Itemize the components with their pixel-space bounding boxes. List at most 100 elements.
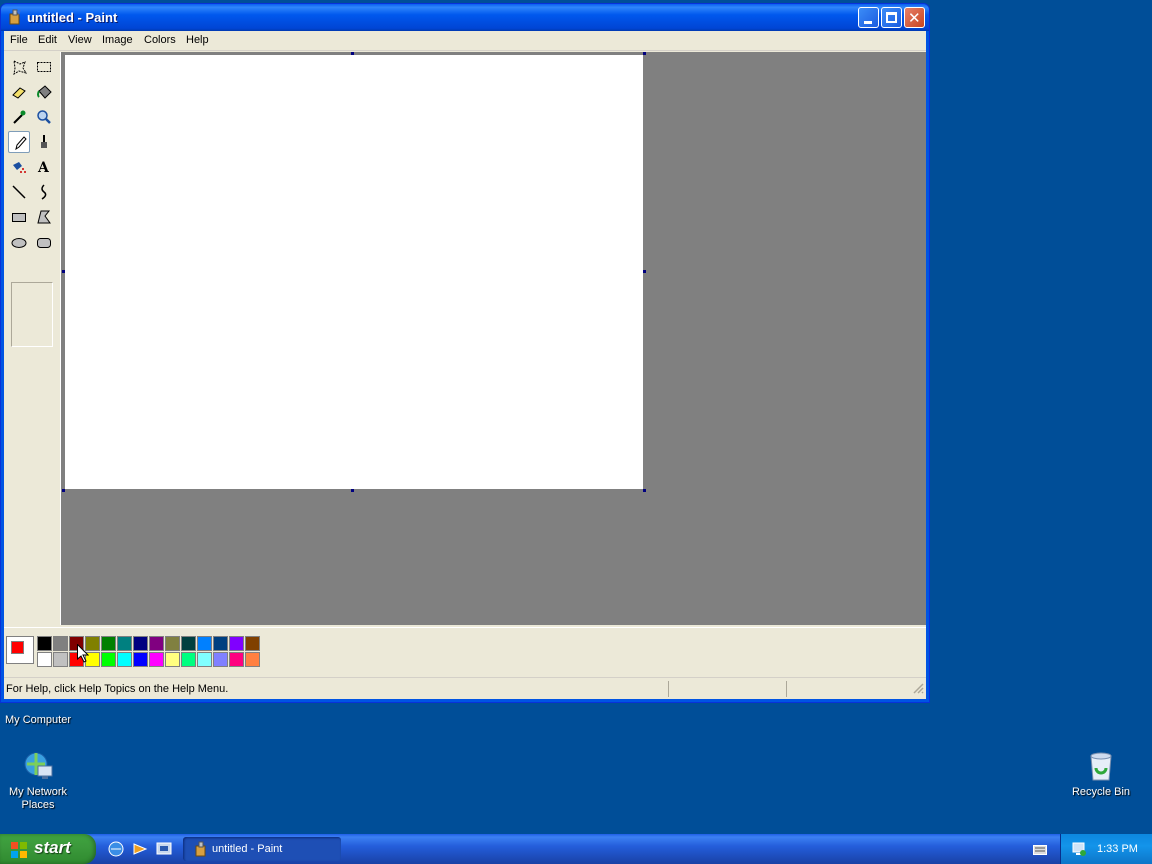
palette-swatch[interactable] — [165, 652, 180, 667]
foreground-color — [11, 641, 24, 654]
magnifier-icon — [37, 110, 51, 124]
tool-pencil[interactable] — [8, 131, 30, 153]
airbrush-icon — [13, 162, 26, 173]
palette-swatch[interactable] — [37, 636, 52, 651]
resize-handle-bottom[interactable] — [351, 489, 354, 492]
taskbar: start untitled - Paint 1:33 PM — [0, 834, 1152, 864]
palette-swatch[interactable] — [53, 652, 68, 667]
palette-swatch[interactable] — [229, 636, 244, 651]
tool-free-form-select[interactable] — [8, 56, 30, 78]
palette-swatch[interactable] — [133, 652, 148, 667]
quick-launch-media-icon[interactable] — [132, 841, 148, 857]
palette-swatch[interactable] — [149, 652, 164, 667]
start-button[interactable]: start — [0, 834, 96, 864]
palette-swatch[interactable] — [117, 636, 132, 651]
windows-flag-icon — [10, 841, 28, 859]
tool-options-panel[interactable] — [11, 282, 53, 347]
palette-swatch[interactable] — [245, 636, 260, 651]
title-bar[interactable]: untitled - Paint ✕ — [1, 4, 929, 31]
palette-swatch[interactable] — [181, 652, 196, 667]
palette-swatch[interactable] — [245, 652, 260, 667]
tool-fill[interactable] — [33, 81, 55, 103]
menu-view[interactable]: View — [68, 34, 92, 46]
menu-colors[interactable]: Colors — [144, 34, 176, 46]
drawing-canvas[interactable] — [65, 55, 643, 489]
tool-rounded-rectangle[interactable] — [33, 231, 55, 253]
palette-swatch[interactable] — [53, 636, 68, 651]
tool-curve[interactable] — [33, 181, 55, 203]
maximize-button[interactable] — [881, 7, 902, 28]
desktop-icon-network-places[interactable]: My Network Places — [0, 750, 76, 812]
desktop-icon-recycle-bin[interactable]: Recycle Bin — [1063, 750, 1139, 799]
recycle-bin-icon — [1085, 750, 1117, 782]
fill-bucket-icon — [37, 85, 52, 99]
tool-ellipse[interactable] — [8, 231, 30, 253]
status-cell-size — [786, 681, 904, 697]
tool-pick-color[interactable] — [8, 106, 30, 128]
tool-brush[interactable] — [33, 131, 55, 153]
palette-swatch[interactable] — [229, 652, 244, 667]
window-client-area: File Edit View Image Colors Help A For H… — [4, 31, 926, 699]
palette-swatch[interactable] — [213, 652, 228, 667]
curve-icon — [41, 184, 47, 200]
eraser-icon — [12, 87, 26, 99]
paint-app-icon — [7, 9, 23, 25]
quick-launch-show-desktop-icon[interactable] — [156, 841, 172, 857]
palette-swatch[interactable] — [165, 636, 180, 651]
system-tray: 1:33 PM — [1060, 834, 1152, 864]
resize-handle-right[interactable] — [643, 270, 646, 273]
canvas-area[interactable] — [61, 52, 926, 625]
taskbar-button-paint[interactable]: untitled - Paint — [183, 837, 341, 861]
close-icon: ✕ — [908, 9, 921, 27]
desktop-icon-label: Recycle Bin — [1071, 786, 1131, 798]
network-tray-icon[interactable] — [1071, 841, 1087, 860]
palette-swatch[interactable] — [149, 636, 164, 651]
maximize-icon — [886, 12, 897, 23]
resize-handle-bottom-right[interactable] — [643, 489, 646, 492]
desktop-icon-label: My Network Places — [8, 786, 68, 811]
rect-select-icon — [37, 62, 51, 72]
palette-swatch[interactable] — [37, 652, 52, 667]
palette-swatch[interactable] — [197, 636, 212, 651]
minimize-button[interactable] — [858, 7, 879, 28]
tool-rectangle[interactable] — [8, 206, 30, 228]
polygon-icon — [37, 210, 51, 224]
svg-text:A: A — [37, 160, 50, 175]
mouse-cursor-icon — [77, 643, 90, 666]
palette-swatch[interactable] — [101, 652, 116, 667]
ellipse-icon — [11, 238, 27, 248]
palette-swatch[interactable] — [117, 652, 132, 667]
palette-swatch[interactable] — [213, 636, 228, 651]
tool-eraser[interactable] — [8, 81, 30, 103]
rectangle-icon — [12, 213, 26, 222]
menu-edit[interactable]: Edit — [38, 34, 57, 46]
taskbar-button-label: untitled - Paint — [212, 843, 283, 855]
menu-image[interactable]: Image — [102, 34, 133, 46]
quick-launch-browser-icon[interactable] — [108, 841, 124, 857]
tool-text[interactable]: A — [33, 156, 55, 178]
palette-swatch[interactable] — [101, 636, 116, 651]
menu-file[interactable]: File — [10, 34, 28, 46]
tool-line[interactable] — [8, 181, 30, 203]
tool-airbrush[interactable] — [8, 156, 30, 178]
clock[interactable]: 1:33 PM — [1097, 843, 1138, 855]
menu-help[interactable]: Help — [186, 34, 209, 46]
palette-swatch[interactable] — [181, 636, 196, 651]
close-button[interactable]: ✕ — [904, 7, 925, 28]
desktop-icon-label: My Computer — [4, 714, 72, 726]
network-places-icon — [22, 750, 54, 782]
minimize-icon — [864, 21, 872, 24]
paint-app-icon — [193, 841, 209, 857]
tool-polygon[interactable] — [33, 206, 55, 228]
palette-swatch[interactable] — [197, 652, 212, 667]
line-icon — [12, 185, 26, 199]
current-colors[interactable] — [6, 636, 34, 664]
text-icon: A — [37, 160, 50, 175]
paint-window: untitled - Paint ✕ File Edit View Image … — [0, 3, 930, 703]
resize-handle-top-right — [643, 52, 646, 55]
tool-magnifier[interactable] — [33, 106, 55, 128]
keyboard-tray-icon[interactable] — [1033, 845, 1047, 858]
tool-rect-select[interactable] — [33, 56, 55, 78]
size-grip-icon[interactable] — [912, 682, 924, 697]
palette-swatch[interactable] — [133, 636, 148, 651]
